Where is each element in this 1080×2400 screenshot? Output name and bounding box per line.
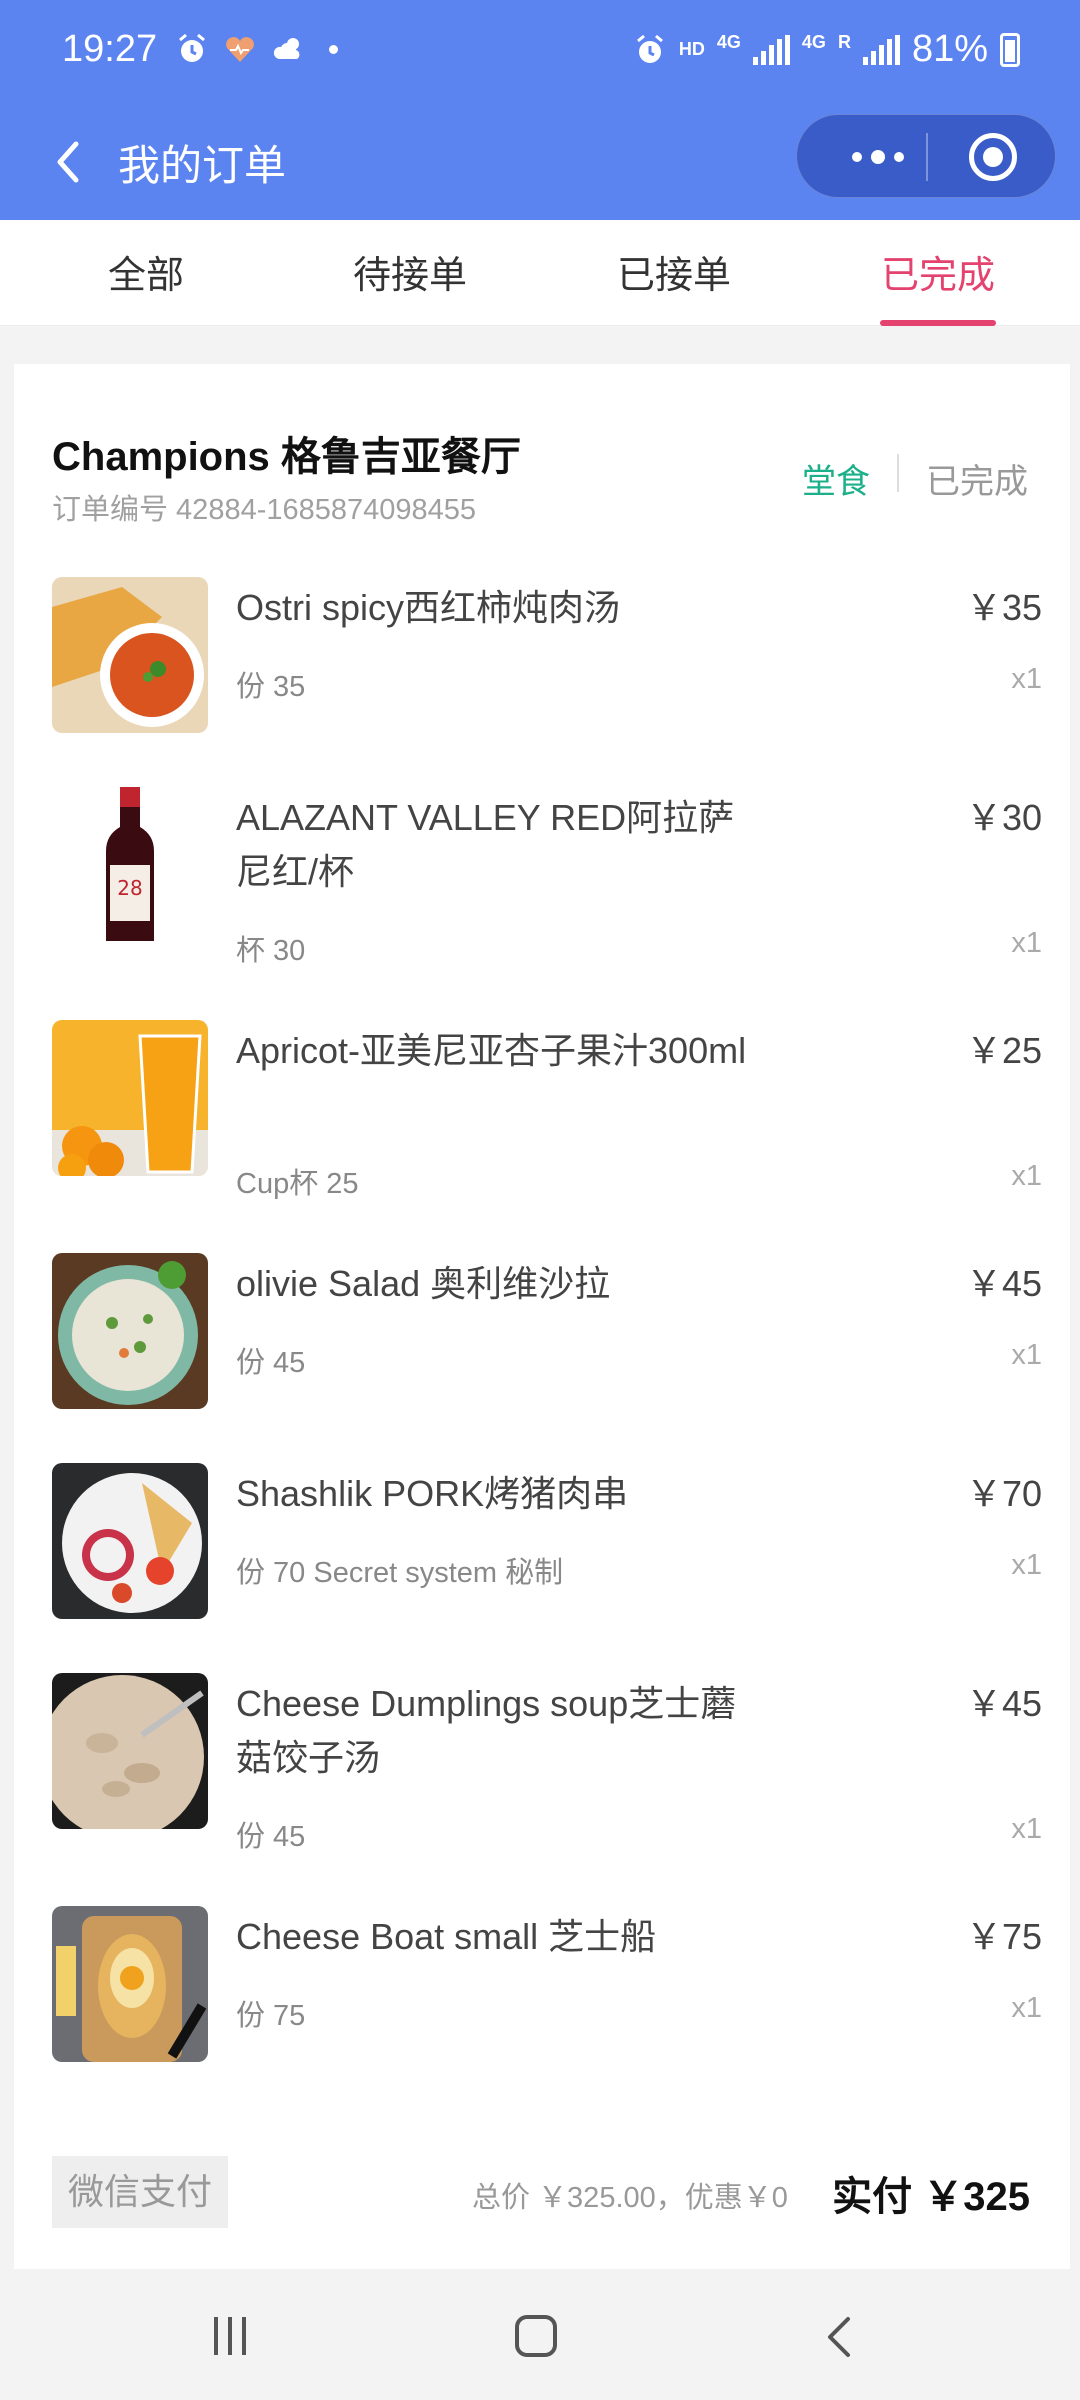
item-name: olivie Salad 奥利维沙拉 — [236, 1263, 611, 1304]
status-left-icons — [175, 32, 338, 66]
list-item[interactable]: Ostri spicy西红柿炖肉汤 份 35 ￥35 x1 — [52, 577, 1042, 737]
item-qty: x1 — [1011, 663, 1042, 695]
order-type-badge: 堂食 — [802, 463, 870, 501]
item-qty: x1 — [1011, 1813, 1042, 1845]
4g-label: 4G — [716, 32, 741, 52]
item-name: ALAZANT VALLEY RED阿拉萨尼红/杯 — [236, 797, 735, 892]
battery-icon — [1000, 32, 1020, 67]
dish-image — [52, 1673, 208, 1829]
more-menu-icon[interactable] — [833, 137, 923, 177]
roaming-label: R — [837, 32, 851, 52]
item-spec: 份 75 — [236, 2000, 306, 2032]
order-tabs: 全部 待接单 已接单 已完成 — [0, 220, 1080, 326]
alarm-icon — [636, 34, 663, 63]
item-name: Ostri spicy西红柿炖肉汤 — [236, 587, 621, 628]
list-item[interactable]: Shashlik PORK烤猪肉串 份 70 Secret system 秘制 … — [52, 1463, 1042, 1623]
item-spec: 杯 30 — [236, 935, 306, 967]
list-item[interactable]: olivie Salad 奥利维沙拉 份 45 ￥45 x1 — [52, 1253, 1042, 1413]
item-spec: 份 45 — [236, 1347, 306, 1379]
dish-image: 28 — [52, 787, 208, 943]
tab-completed[interactable]: 已完成 — [803, 220, 1073, 326]
tab-pending[interactable]: 待接单 — [275, 220, 545, 326]
4g-label-2: 4G — [801, 32, 826, 52]
notification-dot — [329, 44, 338, 54]
item-price: ￥30 — [965, 797, 1042, 838]
item-name: Apricot-亚美尼亚杏子果汁300ml — [236, 1030, 747, 1071]
item-qty: x1 — [1011, 1549, 1042, 1581]
home-icon[interactable] — [515, 2315, 557, 2357]
item-qty: x1 — [1011, 1160, 1042, 1192]
item-name: Shashlik PORK烤猪肉串 — [236, 1473, 629, 1514]
item-spec: 份 35 — [236, 671, 306, 703]
price-summary: 总价 ￥325.00，优惠￥0 — [472, 2182, 788, 2214]
payment-method-badge: 微信支付 — [52, 2156, 228, 2228]
item-spec: 份 70 Secret system 秘制 — [236, 1557, 564, 1589]
system-back-icon[interactable] — [820, 2313, 860, 2361]
item-price: ￥35 — [965, 587, 1042, 628]
status-bar: 19:27 HD 4G 4G R 81% — [0, 0, 1080, 108]
item-price: ￥75 — [965, 1916, 1042, 1957]
order-number: 订单编号 42884-1685874098455 — [52, 494, 477, 526]
mini-program-capsule — [796, 114, 1056, 198]
order-card[interactable]: Champions 格鲁吉亚餐厅 订单编号 42884-168587409845… — [14, 364, 1070, 2269]
dish-image — [52, 1463, 208, 1619]
signal-icon — [752, 34, 790, 65]
close-mini-program-icon[interactable] — [969, 133, 1017, 181]
signal-icon-2 — [862, 34, 900, 65]
top-bar: 19:27 HD 4G 4G R 81% 我的订单 — [0, 0, 1080, 220]
dish-image — [52, 577, 208, 733]
list-item[interactable]: Cheese Boat small 芝士船 份 75 ￥75 x1 — [52, 1906, 1042, 2066]
item-qty: x1 — [1011, 927, 1042, 959]
item-name: Cheese Boat small 芝士船 — [236, 1916, 657, 1957]
tab-all[interactable]: 全部 — [11, 220, 281, 326]
svg-text:28: 28 — [117, 876, 142, 900]
alarm-icon — [179, 33, 205, 62]
item-price: ￥45 — [965, 1263, 1042, 1304]
item-spec: Cup杯 25 — [236, 1168, 359, 1200]
item-price: ￥70 — [965, 1473, 1042, 1514]
item-price: ￥45 — [965, 1683, 1042, 1724]
active-tab-indicator — [880, 320, 996, 326]
order-status: 已完成 — [926, 463, 1028, 501]
tab-completed-label: 已完成 — [880, 255, 995, 297]
system-nav-bar — [0, 2275, 1080, 2400]
hd-label: HD — [678, 39, 705, 59]
shop-name: Champions 格鲁吉亚餐厅 — [52, 435, 521, 479]
dish-image — [52, 1020, 208, 1176]
list-item[interactable]: 28 ALAZANT VALLEY RED阿拉萨尼红/杯 杯 30 ￥30 x1 — [52, 787, 1042, 967]
dish-image — [52, 1906, 208, 2062]
item-price: ￥25 — [965, 1030, 1042, 1071]
status-right-icons: HD 4G 4G R 81% — [633, 28, 1020, 71]
health-heart-icon — [226, 37, 254, 62]
item-name: Cheese Dumplings soup芝士蘑菇饺子汤 — [236, 1683, 737, 1778]
item-qty: x1 — [1011, 1992, 1042, 2024]
item-spec: 份 45 — [236, 1821, 306, 1853]
actual-paid: 实付 ￥325 — [832, 2175, 1030, 2219]
header-divider — [897, 454, 899, 492]
list-item[interactable]: Cheese Dumplings soup芝士蘑菇饺子汤 份 45 ￥45 x1 — [52, 1673, 1042, 1853]
battery-percent: 81% — [911, 28, 988, 70]
item-qty: x1 — [1011, 1339, 1042, 1371]
back-arrow-icon[interactable] — [42, 134, 98, 190]
dish-image — [52, 1253, 208, 1409]
status-time: 19:27 — [62, 28, 158, 70]
page-title: 我的订单 — [118, 142, 287, 189]
list-item[interactable]: Apricot-亚美尼亚杏子果汁300ml Cup杯 25 ￥25 x1 — [52, 1020, 1042, 1200]
weather-cloud-icon — [273, 38, 300, 59]
nav-header: 我的订单 — [0, 108, 1080, 220]
recent-apps-icon[interactable] — [214, 2317, 254, 2357]
tab-accepted[interactable]: 已接单 — [539, 220, 809, 326]
capsule-divider — [926, 133, 928, 181]
